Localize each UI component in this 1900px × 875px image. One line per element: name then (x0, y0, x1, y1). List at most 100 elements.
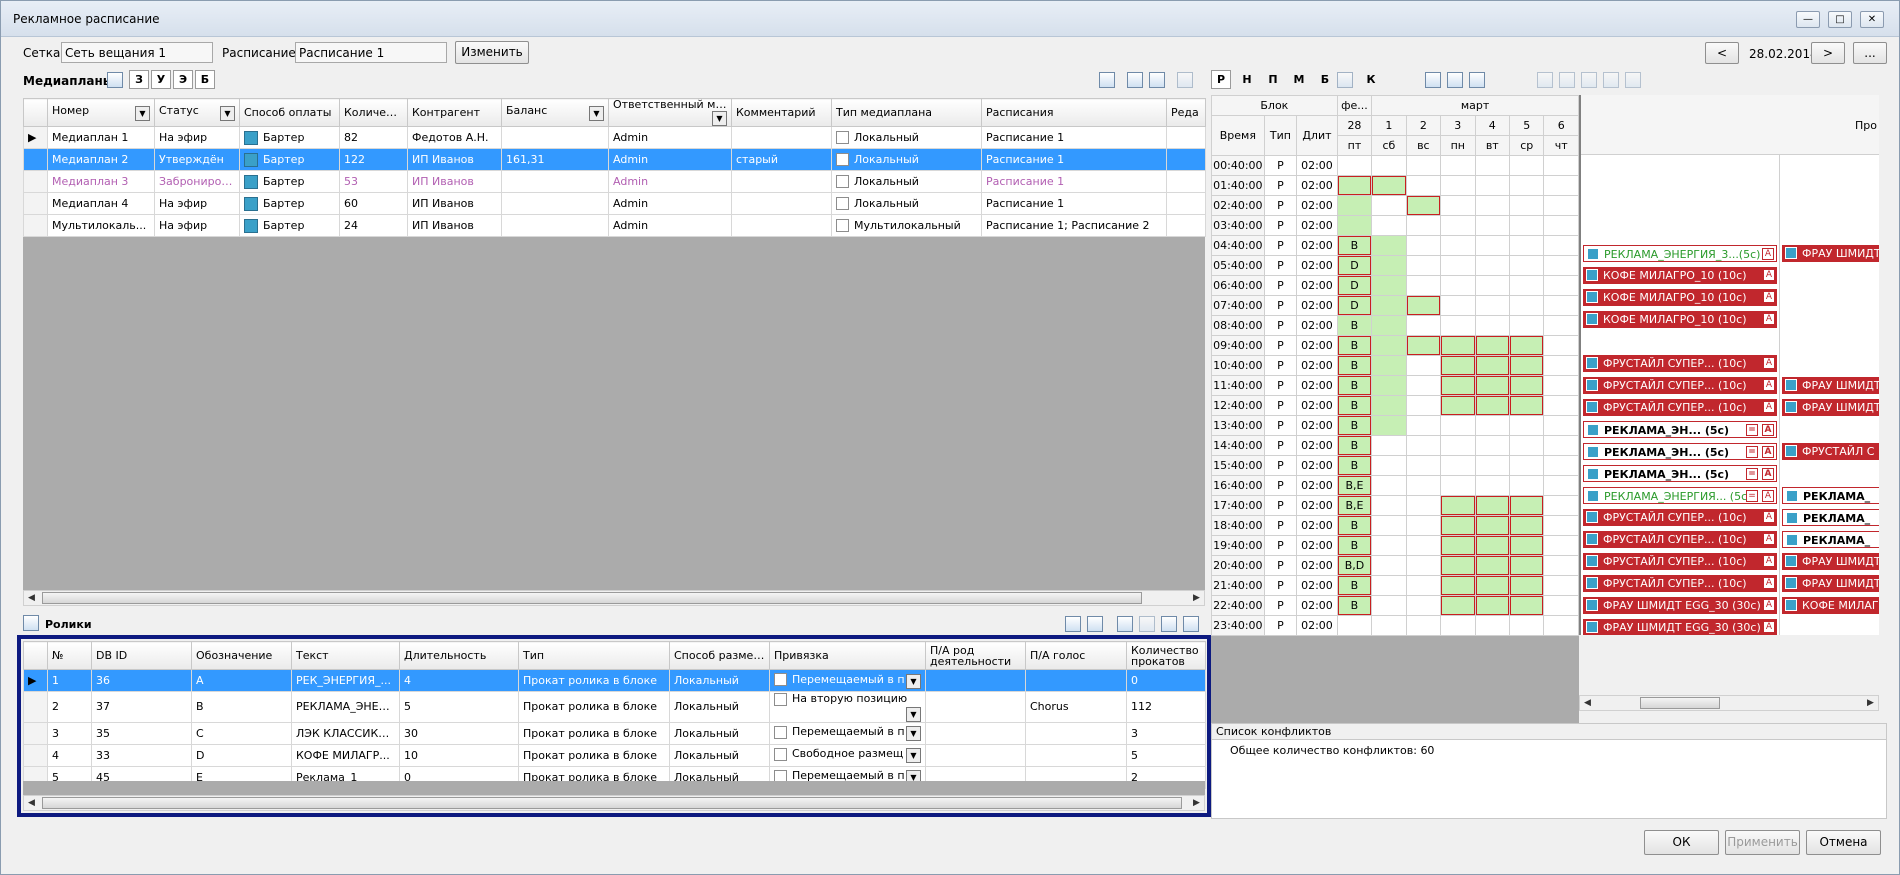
schedule-cell[interactable]: B (1336, 315, 1373, 336)
program-slot[interactable]: КОФЕ МИЛАГРО_10 (10с) A (1583, 289, 1777, 306)
tab-e[interactable]: Э (173, 70, 193, 89)
schedule-cell[interactable] (1474, 515, 1510, 536)
schedule-cell[interactable] (1508, 195, 1545, 216)
mediaplan-add-icon[interactable] (107, 72, 123, 88)
program-slot-secondary[interactable]: РЕКЛАМА_ (1782, 531, 1879, 548)
schedule-cell[interactable] (1440, 595, 1476, 616)
schedule-cell[interactable] (1405, 595, 1442, 616)
schedule-cell[interactable] (1371, 355, 1407, 376)
program-slot[interactable]: ФРАУ ШМИДТ EGG_30 (30с) A (1583, 597, 1777, 614)
schedule-cell[interactable] (1543, 255, 1579, 276)
schedule-row[interactable]: 05:40:00 Р 02:00 D (1211, 255, 1579, 276)
schedule-cell[interactable]: B (1336, 435, 1373, 456)
schedule-cell[interactable] (1440, 415, 1476, 436)
schedule-cell[interactable]: D (1336, 295, 1373, 316)
schedule-cell[interactable] (1405, 175, 1442, 196)
schedule-cell[interactable] (1543, 515, 1579, 536)
schedule-cell[interactable] (1371, 435, 1407, 456)
schedule-cell[interactable] (1474, 555, 1510, 576)
col-balance[interactable]: Баланс ▼ (501, 98, 609, 127)
schedule-row[interactable]: 22:40:00 Р 02:00 B (1211, 595, 1579, 616)
schedule-row[interactable]: 08:40:00 Р 02:00 B (1211, 315, 1579, 336)
schedule-cell[interactable] (1474, 595, 1510, 616)
maximize-button[interactable]: □ (1828, 11, 1852, 28)
schedule-cell[interactable] (1508, 295, 1545, 316)
sched-tab-r[interactable]: Р (1211, 70, 1231, 89)
schedule-cell[interactable] (1336, 195, 1373, 216)
minimize-button[interactable]: — (1796, 11, 1820, 28)
program-slot[interactable]: ФРУСТАЙЛ СУПЕР... (10с) A (1583, 575, 1777, 592)
schedule-cell[interactable] (1371, 255, 1407, 276)
schedule-cell[interactable] (1508, 475, 1545, 496)
tab-z[interactable]: З (129, 70, 149, 89)
col-activity[interactable]: П/А род деятельности (925, 641, 1026, 670)
schedule-cell[interactable] (1543, 215, 1579, 236)
schedule-cell[interactable] (1543, 395, 1579, 416)
schedule-row[interactable]: 10:40:00 Р 02:00 B (1211, 355, 1579, 376)
program-slot-secondary[interactable]: РЕКЛАМА_ (1782, 487, 1879, 504)
schedule-row[interactable]: 23:40:00 Р 02:00 (1211, 615, 1579, 636)
schedule-row[interactable]: 19:40:00 Р 02:00 B (1211, 535, 1579, 556)
schedule-cell[interactable] (1474, 355, 1510, 376)
columns-icon[interactable] (1099, 72, 1115, 88)
table-row[interactable]: Медиаплан 4 На эфир Бартер 60 ИП Иванов Ad… (23, 192, 1206, 215)
schedule-cell[interactable] (1336, 215, 1373, 236)
program-slot[interactable]: ФРАУ ШМИДТ EGG_30 (30с) A (1583, 619, 1777, 635)
program-slot[interactable]: РЕКЛАМА_ЭН... (5с) A = (1583, 443, 1777, 460)
schedule-cell[interactable] (1405, 575, 1442, 596)
schedule-cell[interactable] (1440, 235, 1476, 256)
schedule-cell[interactable] (1371, 615, 1407, 636)
schedule-field[interactable]: Расписание 1 (295, 42, 447, 63)
sched-tab-n[interactable]: Н (1237, 70, 1257, 89)
schedule-cell[interactable]: B,E (1336, 495, 1373, 516)
schedule-cell[interactable] (1474, 435, 1510, 456)
schedule-cell[interactable] (1508, 275, 1545, 296)
schedule-cell[interactable] (1405, 195, 1442, 216)
schedule-cell[interactable] (1474, 375, 1510, 396)
schedule-cell[interactable] (1440, 275, 1476, 296)
schedule-cell[interactable] (1440, 435, 1476, 456)
schedule-cell[interactable] (1474, 335, 1510, 356)
schedule-cell[interactable] (1508, 535, 1545, 556)
program-slot[interactable]: ФРУСТАЙЛ СУПЕР... (10с) A (1583, 553, 1777, 570)
schedule-cell[interactable] (1508, 575, 1545, 596)
close-button[interactable]: ✕ (1860, 11, 1884, 28)
col-clip-count[interactable]: Количество прокатов (1126, 641, 1206, 670)
schedule-cell[interactable] (1371, 415, 1407, 436)
grid-field[interactable]: Сеть вещания 1 (61, 42, 213, 63)
col-agent[interactable]: Контрагент (407, 98, 502, 127)
schedule-row[interactable]: 18:40:00 Р 02:00 B (1211, 515, 1579, 536)
schedule-cell[interactable]: B (1336, 535, 1373, 556)
schedule-cell[interactable] (1508, 415, 1545, 436)
table-row[interactable]: Медиаплан 2 Утверждён Бартер 122 ИП Иванов… (23, 148, 1206, 171)
schedule-cell[interactable] (1440, 255, 1476, 276)
col-payment[interactable]: Способ оплаты (239, 98, 340, 127)
col-binding[interactable]: Привязка (769, 641, 926, 670)
program-slot[interactable]: ФРУСТАЙЛ СУПЕР... (10с) A (1583, 355, 1777, 372)
schedule-cell[interactable]: D (1336, 255, 1373, 276)
schedule-cell[interactable] (1405, 475, 1442, 496)
schedule-row[interactable]: 00:40:00 Р 02:00 (1211, 155, 1579, 176)
schedule-cell[interactable] (1508, 435, 1545, 456)
schedule-cell[interactable]: B,E (1336, 475, 1373, 496)
schedule-cell[interactable] (1405, 355, 1442, 376)
col-duration[interactable]: Длительность (399, 641, 519, 670)
col-code[interactable]: Обозначение (191, 641, 292, 670)
schedule-cell[interactable] (1474, 275, 1510, 296)
print-icon[interactable] (1177, 72, 1193, 88)
schedule-cell[interactable] (1543, 615, 1579, 636)
col-type[interactable]: Тип медиаплана (831, 98, 982, 127)
schedule-cell[interactable] (1405, 555, 1442, 576)
more-button[interactable]: ... (1853, 42, 1887, 64)
schedule-cell[interactable] (1371, 315, 1407, 336)
program-slot[interactable]: ФРУСТАЙЛ СУПЕР... (10с) A (1583, 399, 1777, 416)
tab-b[interactable]: Б (195, 70, 215, 89)
change-button[interactable]: Изменить (455, 41, 529, 64)
table-row[interactable]: ▶ Медиаплан 1 На эфир Бартер 82 Федотов А.… (23, 126, 1206, 149)
schedule-cell[interactable] (1405, 435, 1442, 456)
schedule-cell[interactable] (1440, 215, 1476, 236)
schedule-cell[interactable] (1405, 235, 1442, 256)
schedule-cell[interactable] (1336, 615, 1373, 636)
schedule-cell[interactable] (1371, 575, 1407, 596)
sched-tool5-icon[interactable] (1625, 72, 1641, 88)
